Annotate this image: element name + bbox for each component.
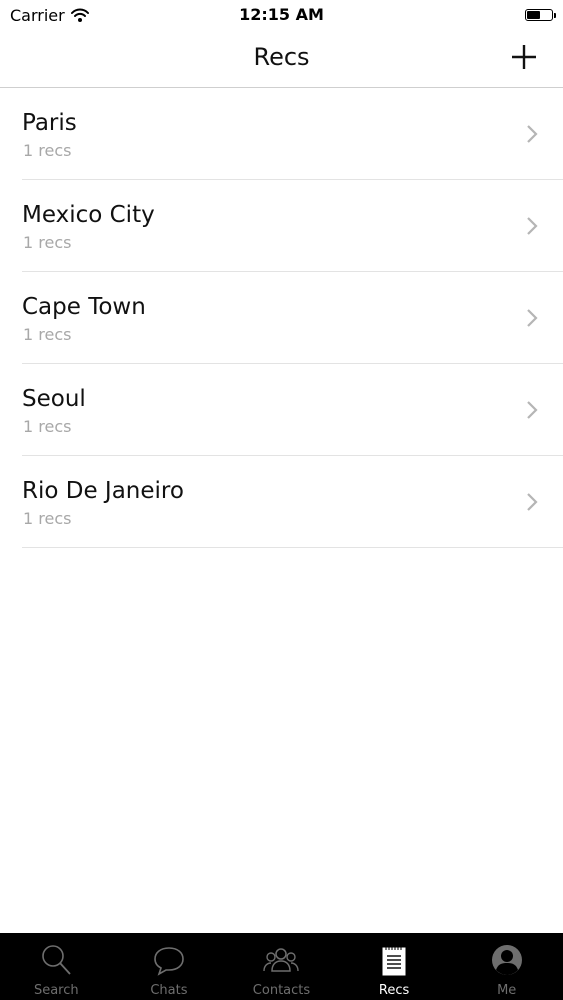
battery-icon [525,9,556,21]
list-item-title: Seoul [22,386,86,412]
carrier-label: Carrier [10,5,65,25]
list-item-rio-de-janeiro[interactable]: Rio De Janeiro 1 recs [22,456,563,548]
list-item-seoul[interactable]: Seoul 1 recs [22,364,563,456]
list-item-title: Cape Town [22,294,146,320]
tab-recs[interactable]: Recs [338,933,451,1000]
contacts-icon [263,948,300,972]
chevron-right-icon [527,493,538,511]
plus-icon [512,45,536,69]
list-item-paris[interactable]: Paris 1 recs [22,88,563,180]
tab-label: Search [33,983,79,998]
tab-label: Recs [378,983,410,998]
chevron-right-icon [527,309,538,327]
chevron-right-icon [527,217,538,235]
battery-level [527,11,540,19]
search-icon [42,945,71,975]
list-item-title: Mexico City [22,202,155,228]
recs-screen: Carrier 12:15 AM Recs Paris 1 recs Mexic… [0,0,563,1000]
notepad-icon [382,946,406,976]
tab-me[interactable]: Me [450,933,563,1000]
list-item-count: 1 recs [23,233,72,252]
list-item-title: Paris [22,110,77,136]
page-title: Recs [253,43,310,71]
nav-bar: Recs [0,30,563,88]
chevron-right-icon [527,401,538,419]
tab-search[interactable]: Search [0,933,113,1000]
list-item-count: 1 recs [23,417,72,436]
list-item-count: 1 recs [23,509,72,528]
list-item-count: 1 recs [23,141,72,160]
status-left: Carrier [10,6,89,25]
tab-label: Contacts [252,983,311,998]
status-bar: Carrier 12:15 AM [0,0,563,30]
add-button[interactable] [507,40,541,74]
wifi-icon [70,8,89,22]
chevron-right-icon [527,125,538,143]
tab-label: Chats [150,983,188,998]
tab-label: Me [497,983,517,998]
list-item-title: Rio De Janeiro [22,478,184,504]
tab-bar: Search Chats Contacts Recs Me [0,933,563,1000]
chat-bubble-icon [154,947,184,976]
list-item-cape-town[interactable]: Cape Town 1 recs [22,272,563,364]
profile-icon [491,945,522,975]
list-item-mexico-city[interactable]: Mexico City 1 recs [22,180,563,272]
list-item-count: 1 recs [23,325,72,344]
tab-contacts[interactable]: Contacts [225,933,338,1000]
tab-chats[interactable]: Chats [113,933,226,1000]
recs-list: Paris 1 recs Mexico City 1 recs Cape Tow… [0,88,563,548]
